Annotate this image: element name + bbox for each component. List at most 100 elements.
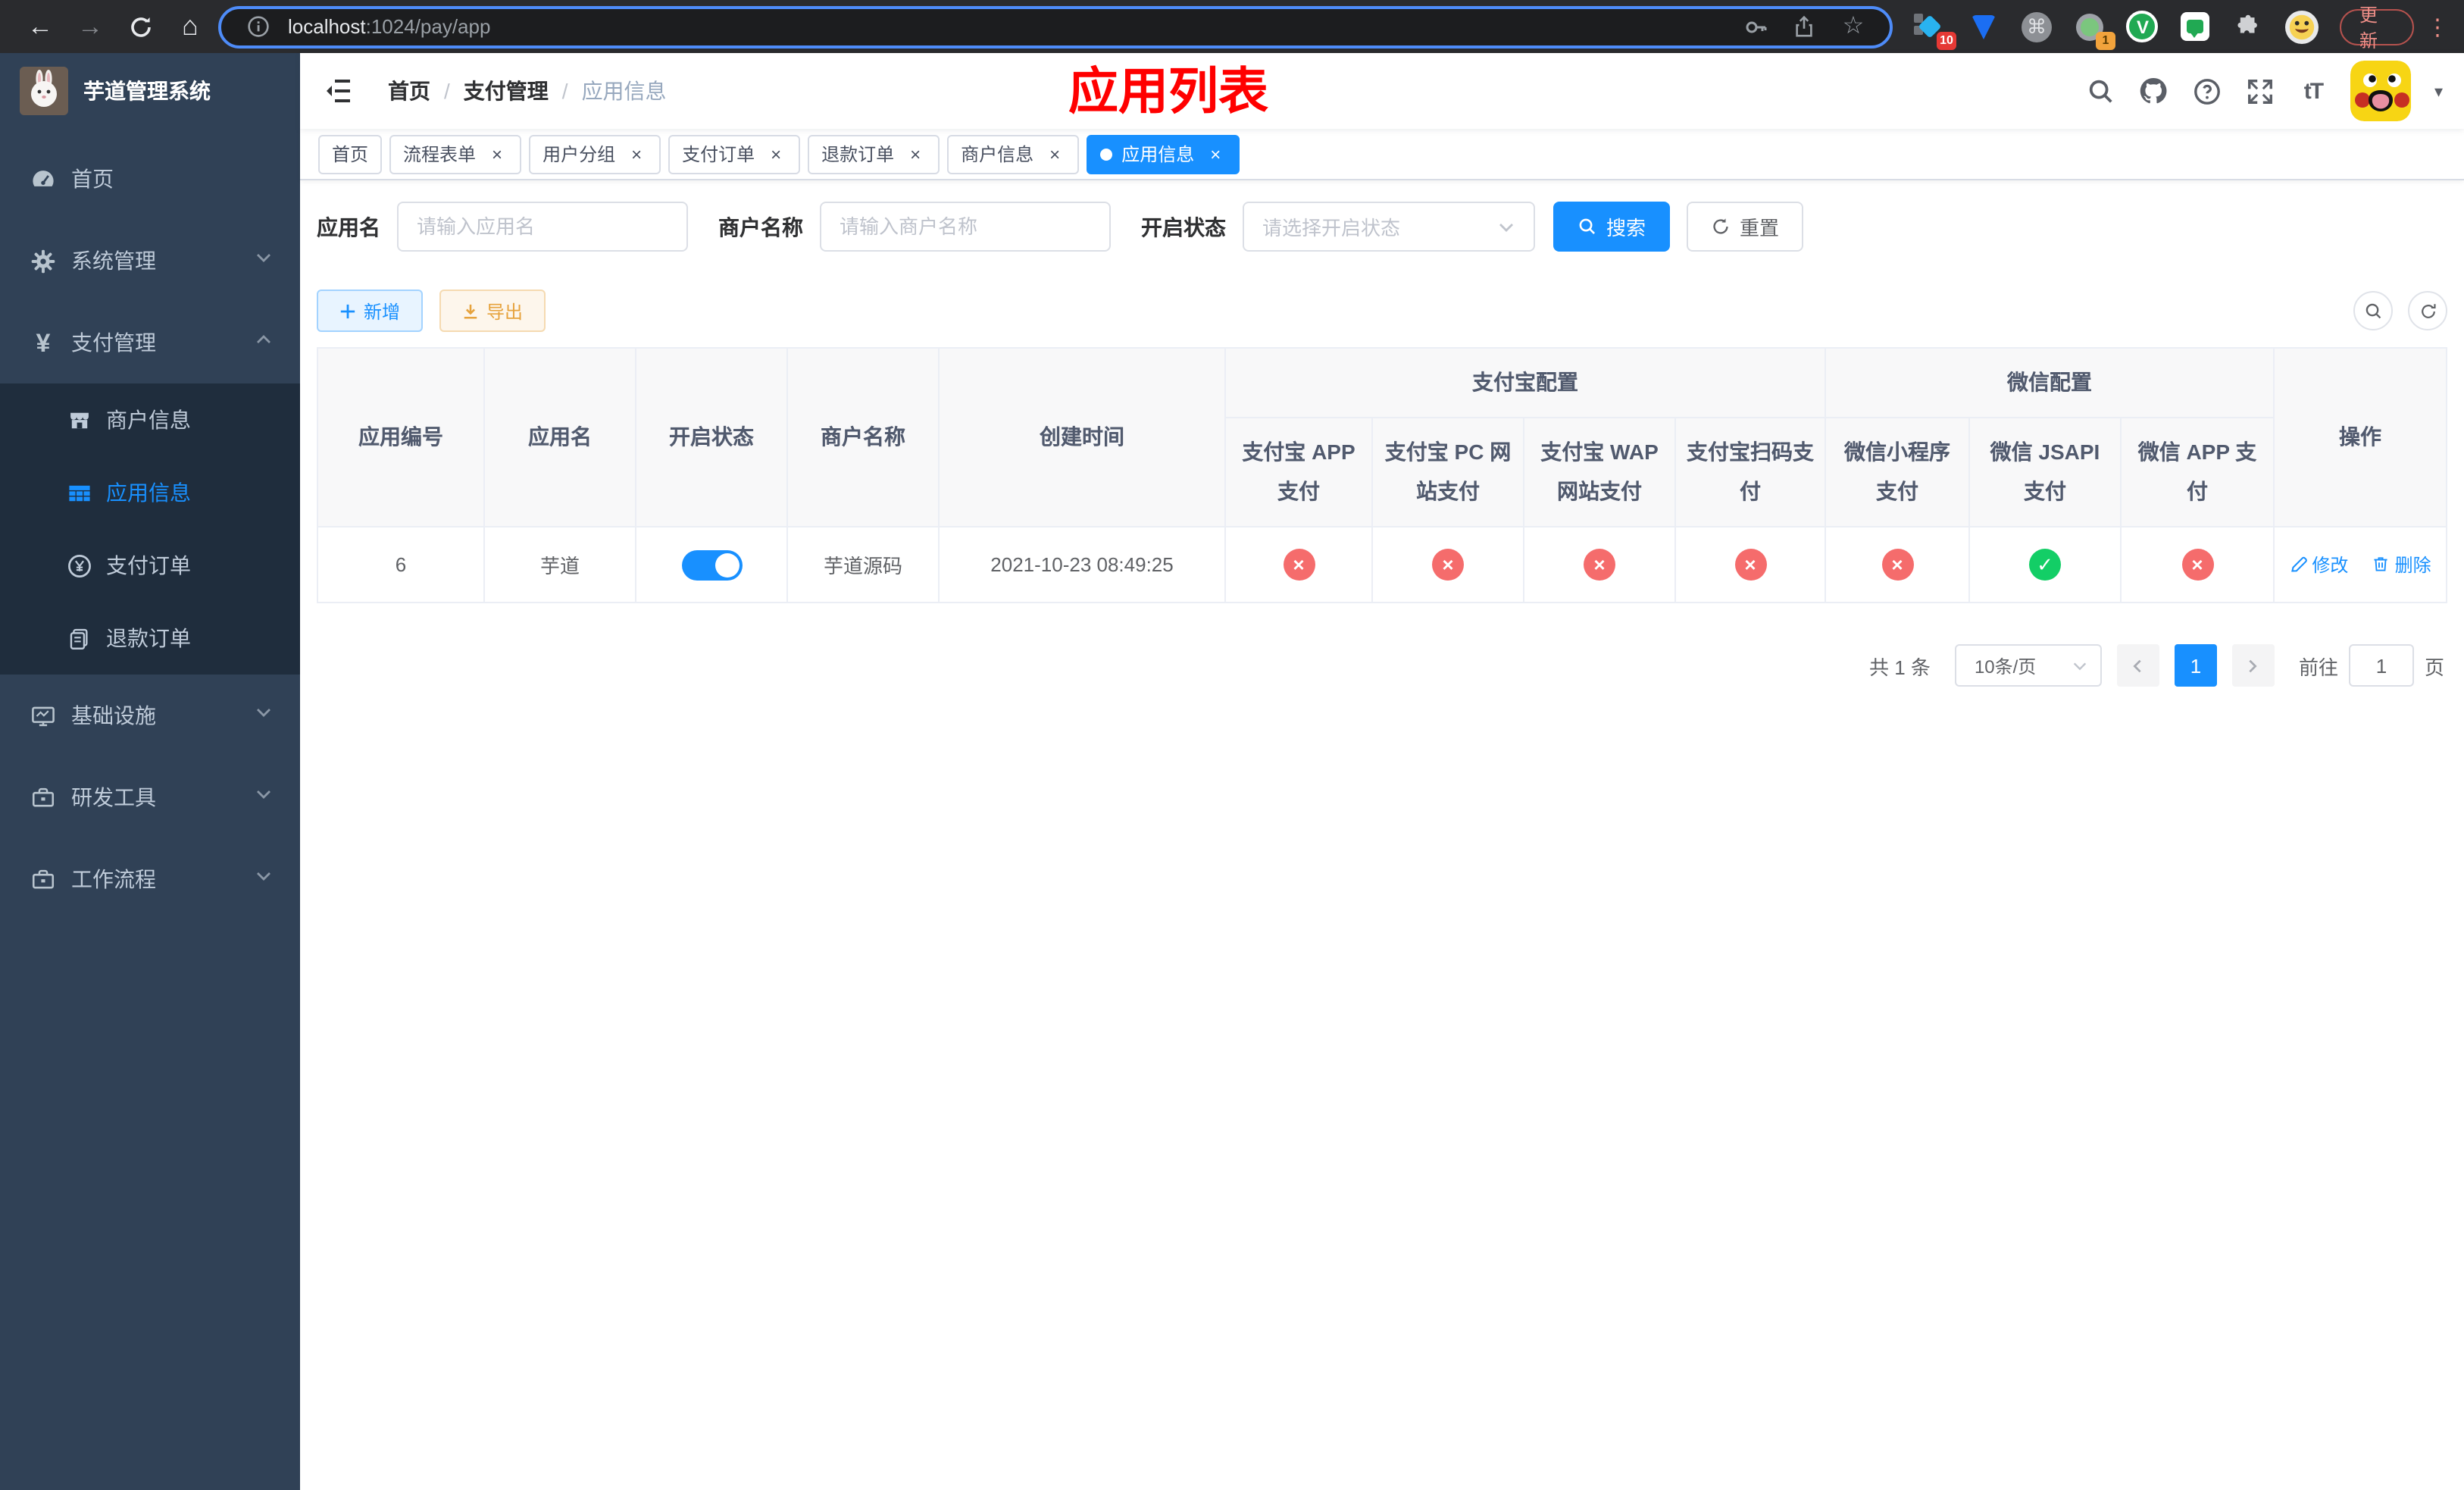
sidebar-item-label: 首页 [71, 167, 114, 191]
prev-page-button[interactable] [2116, 644, 2159, 687]
page-number-1[interactable]: 1 [2174, 644, 2217, 687]
tab-close-icon[interactable]: × [486, 143, 508, 164]
tab-close-icon[interactable]: × [1205, 143, 1226, 164]
content: 应用名 商户名称 开启状态 请选择开启状态 搜索 [300, 180, 2464, 1490]
share-icon[interactable] [1787, 8, 1823, 45]
search-icon[interactable] [2086, 76, 2116, 106]
breadcrumb-current: 应用信息 [581, 79, 667, 103]
tab-close-icon[interactable]: × [1044, 143, 1065, 164]
browser-forward-button[interactable]: → [65, 7, 115, 46]
extension-kite-icon[interactable] [1967, 10, 2000, 43]
tab-label: 应用信息 [1121, 144, 1195, 165]
tab-label: 支付订单 [682, 144, 755, 165]
extension-command-icon[interactable]: ⌘ [2020, 10, 2053, 43]
sidebar-item-system[interactable]: 系统管理 [0, 220, 300, 302]
sidebar-item-label: 系统管理 [71, 249, 156, 273]
chevron-down-icon [2073, 662, 2087, 670]
tab-pay-orders[interactable]: 支付订单 × [668, 134, 801, 174]
tab-process-form[interactable]: 流程表单 × [389, 134, 522, 174]
password-key-icon[interactable] [1738, 8, 1775, 45]
main-area: 首页 / 支付管理 / 应用信息 应用列表 tT ▾ 首页 流程表单 × 用户分… [300, 53, 2464, 1490]
font-size-icon[interactable]: tT [2298, 76, 2328, 106]
table-tools [2353, 291, 2447, 330]
browser-home-button[interactable]: ⌂ [165, 7, 215, 46]
col-header-alipay-wap: 支付宝 WAP 网站支付 [1523, 417, 1676, 527]
sidebar-item-payment[interactable]: ¥ 支付管理 [0, 302, 300, 383]
tab-close-icon[interactable]: × [905, 143, 926, 164]
extension-green-dot-icon[interactable]: 1 [2073, 10, 2115, 49]
export-button[interactable]: 导出 [439, 290, 546, 332]
sidebar-item-label: 基础设施 [71, 703, 156, 728]
breadcrumb-payment[interactable]: 支付管理 [464, 76, 549, 106]
reload-icon [130, 17, 150, 36]
extension-blue-diamond-icon[interactable]: 10 [1913, 10, 1956, 49]
sidebar-item-refund-orders[interactable]: 退款订单 [0, 602, 300, 675]
extension-chat-icon[interactable] [2179, 10, 2212, 43]
delete-button[interactable]: 删除 [2372, 552, 2431, 578]
extensions-puzzle-icon[interactable] [2232, 10, 2265, 43]
search-button[interactable]: 搜索 [1553, 202, 1671, 252]
page-unit-label: 页 [2424, 656, 2444, 678]
store-icon [67, 407, 92, 433]
app-name-input[interactable] [397, 202, 688, 252]
sidebar-item-pay-orders[interactable]: 支付订单 [0, 529, 300, 602]
browser-update-button[interactable]: 更新 [2339, 4, 2414, 51]
tab-label: 首页 [332, 144, 369, 165]
col-header-created: 创建时间 [938, 347, 1226, 527]
github-icon[interactable] [2139, 76, 2169, 106]
browser-profile-avatar[interactable] [2284, 10, 2319, 43]
add-button[interactable]: 新增 [317, 290, 424, 332]
sidebar-item-infrastructure[interactable]: 基础设施 [0, 675, 300, 756]
edit-button[interactable]: 修改 [2289, 552, 2348, 578]
export-button-label: 导出 [486, 301, 524, 322]
address-bar[interactable]: localhost:1024/pay/app ☆ [218, 5, 1893, 48]
tab-close-icon[interactable]: × [626, 143, 647, 164]
sidebar-item-label: 应用信息 [106, 480, 191, 505]
user-avatar[interactable] [2350, 61, 2412, 121]
browser-menu-icon[interactable]: ⋮ [2426, 13, 2449, 40]
wechat-app-pay-status-icon: × [2181, 549, 2213, 581]
sidebar-item-app-info[interactable]: 应用信息 [0, 456, 300, 529]
sidebar-item-dev-tools[interactable]: 研发工具 [0, 756, 300, 838]
breadcrumb-home[interactable]: 首页 [388, 76, 430, 106]
merchant-name-input[interactable] [820, 202, 1111, 252]
tab-app-info[interactable]: 应用信息 × [1087, 134, 1240, 174]
navbar-actions: tT ▾ [2086, 61, 2443, 121]
col-header-merchant: 商户名称 [786, 347, 940, 527]
enable-status-select[interactable]: 请选择开启状态 [1243, 202, 1535, 252]
next-page-button[interactable] [2231, 644, 2275, 687]
select-placeholder: 请选择开启状态 [1262, 217, 1401, 239]
col-header-alipay-pc: 支付宝 PC 网站支付 [1371, 417, 1524, 527]
sidebar-item-merchant-info[interactable]: 商户信息 [0, 383, 300, 456]
enabled-toggle[interactable] [681, 549, 742, 580]
url-text[interactable]: localhost:1024/pay/app [288, 15, 1726, 38]
gear-icon [30, 248, 56, 274]
sidebar-collapse-icon[interactable] [321, 74, 355, 108]
tab-user-group[interactable]: 用户分组 × [529, 134, 661, 174]
page-size-select[interactable]: 10条/页 [1954, 644, 2102, 687]
wechat-jsapi-pay-status-icon: ✓ [2029, 549, 2061, 581]
breadcrumb: 首页 / 支付管理 / 应用信息 [388, 76, 667, 106]
tab-merchant-info[interactable]: 商户信息 × [947, 134, 1080, 174]
sidebar-logo[interactable]: 芋道管理系统 [0, 53, 300, 129]
delete-button-label: 删除 [2394, 554, 2431, 576]
show-search-button[interactable] [2353, 291, 2393, 330]
fullscreen-icon[interactable] [2245, 76, 2275, 106]
bookmark-star-icon[interactable]: ☆ [1835, 8, 1871, 45]
tab-refund-orders[interactable]: 退款订单 × [808, 134, 940, 174]
browser-back-button[interactable]: ← [15, 7, 65, 46]
sidebar-item-label: 工作流程 [71, 867, 156, 891]
extension-v-icon[interactable]: V [2126, 10, 2159, 43]
avatar-caret-icon[interactable]: ▾ [2434, 81, 2443, 101]
tab-home[interactable]: 首页 [318, 134, 383, 174]
refresh-table-button[interactable] [2408, 291, 2447, 330]
goto-page-input[interactable] [2348, 644, 2414, 687]
browser-reload-button[interactable] [115, 7, 165, 46]
sidebar-item-workflow[interactable]: 工作流程 [0, 838, 300, 920]
tab-label: 商户信息 [961, 144, 1034, 165]
tab-close-icon[interactable]: × [765, 143, 786, 164]
reset-button[interactable]: 重置 [1687, 202, 1804, 252]
sidebar-item-home[interactable]: 首页 [0, 138, 300, 220]
site-info-icon[interactable] [239, 8, 276, 45]
help-icon[interactable] [2192, 76, 2222, 106]
